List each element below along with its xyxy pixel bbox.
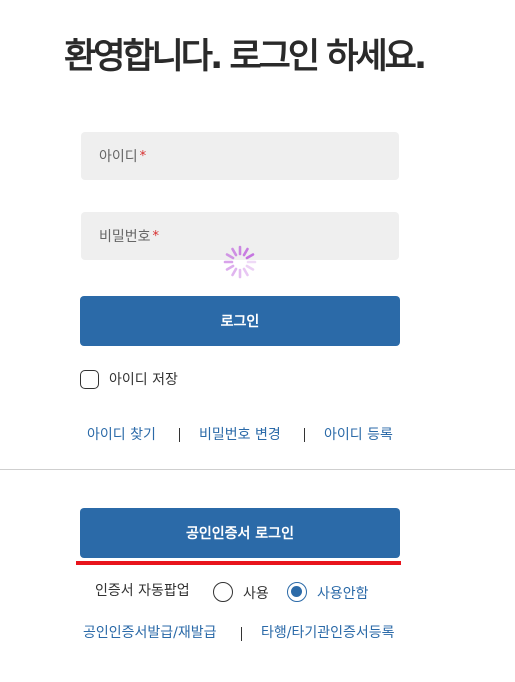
remember-id-label: 아이디 저장 — [109, 372, 178, 388]
cert-issue-link[interactable]: 공인인증서발급/재발급 — [83, 622, 217, 642]
id-placeholder: 아이디 — [99, 149, 138, 165]
highlight-underline — [76, 561, 401, 565]
id-input[interactable]: 아이디 * — [81, 132, 399, 180]
login-button[interactable]: 로그인 — [80, 296, 400, 346]
page-title: 환영합니다. 로그인 하세요. — [64, 37, 427, 77]
section-divider — [0, 469, 515, 470]
link-separator — [179, 428, 180, 442]
remember-id-checkbox[interactable] — [80, 369, 99, 389]
register-id-link[interactable]: 아이디 등록 — [324, 424, 393, 444]
link-separator — [304, 428, 305, 442]
register-other-cert-link[interactable]: 타행/타기관인증서등록 — [261, 622, 395, 642]
password-placeholder: 비밀번호 — [99, 229, 151, 245]
link-separator — [241, 627, 242, 641]
radio-use[interactable] — [213, 582, 233, 602]
cert-popup-label: 인증서 자동팝업 — [95, 583, 190, 599]
radio-no-use-label[interactable]: 사용안함 — [317, 583, 369, 603]
remember-id[interactable]: 아이디 저장 — [80, 369, 178, 389]
radio-use-label[interactable]: 사용 — [243, 583, 269, 603]
required-mark: * — [139, 148, 147, 164]
required-mark: * — [152, 228, 160, 244]
cert-login-button[interactable]: 공인인증서 로그인 — [80, 508, 400, 558]
change-password-link[interactable]: 비밀번호 변경 — [199, 424, 281, 444]
find-id-link[interactable]: 아이디 찾기 — [87, 424, 156, 444]
radio-no-use[interactable] — [287, 582, 307, 602]
loading-spinner-icon — [223, 245, 257, 279]
